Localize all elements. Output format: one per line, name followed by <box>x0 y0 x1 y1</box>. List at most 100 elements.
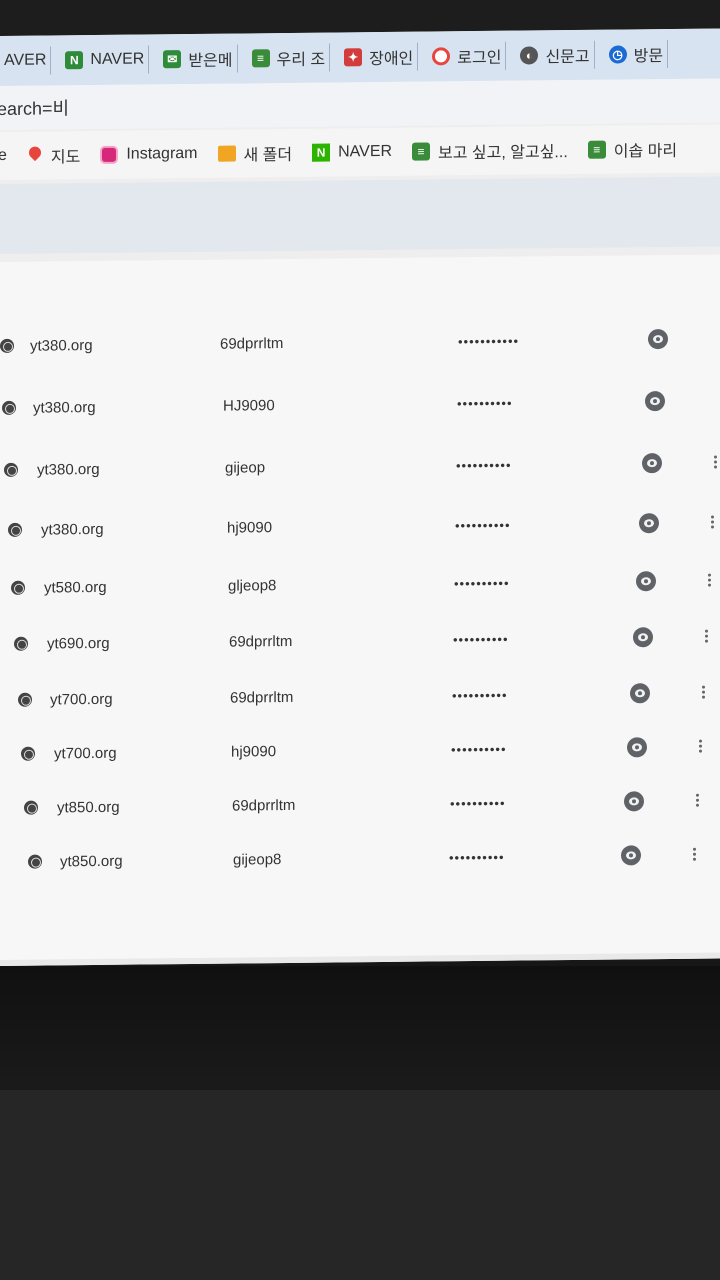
tab-docs[interactable]: ≡ 우리 조 <box>247 43 331 73</box>
address-bar[interactable]: earch=비 <box>0 78 720 130</box>
password-row: yt850.org gijeop8 •••••••••• <box>0 834 720 882</box>
bookmark-map[interactable]: 지도 <box>27 143 80 168</box>
globe-icon <box>2 400 16 415</box>
more-actions-icon[interactable] <box>693 846 697 864</box>
tab-label: 로그인 <box>457 49 502 68</box>
password-masked: •••••••••• <box>452 687 508 703</box>
username: HJ9090 <box>223 396 275 415</box>
more-actions-icon[interactable] <box>696 792 700 810</box>
globe-icon <box>18 692 32 707</box>
password-row: yt380.org hj9090 •••••••••• <box>0 502 720 550</box>
password-row: yt700.org hj9090 •••••••••• <box>0 726 720 774</box>
bookmark-partial[interactable]: e <box>0 147 7 165</box>
bookmark-docs-1[interactable]: ≡ 보고 싶고, 알고싶... <box>412 138 568 164</box>
username: 69dprrltm <box>229 632 293 651</box>
site-name: yt700.org <box>54 744 117 762</box>
tab-disabled[interactable]: ✦ 장애인 <box>340 42 419 72</box>
show-password-icon[interactable] <box>642 453 662 474</box>
password-row: yt690.org 69dprrltm •••••••••• <box>0 616 720 664</box>
folder-icon <box>217 145 236 162</box>
globe-icon <box>21 746 35 761</box>
flag-icon: ✦ <box>344 48 363 67</box>
username: hj9090 <box>231 742 277 761</box>
show-password-icon[interactable] <box>630 683 650 704</box>
more-actions-icon[interactable] <box>705 628 709 646</box>
globe-icon: ◐ <box>520 46 539 65</box>
username: 69dprrltm <box>230 688 294 707</box>
username: 69dprrltm <box>232 796 296 815</box>
bookmark-docs-2[interactable]: ≡ 이솝 마리 <box>587 137 678 162</box>
naver-icon: N <box>312 143 331 162</box>
tab-label: 장애인 <box>369 50 414 69</box>
tab-sinmungo[interactable]: ◐ 신문고 <box>516 40 595 70</box>
password-masked: •••••••••• <box>457 395 513 411</box>
globe-icon <box>0 338 14 353</box>
bookmark-label: e <box>0 146 7 165</box>
tab-naver[interactable]: N NAVER <box>61 45 150 75</box>
password-masked: •••••••••• <box>449 849 505 865</box>
bookmark-new-folder[interactable]: 새 폴더 <box>217 141 293 166</box>
keyboard-area <box>0 1090 720 1280</box>
tab-label: 받은메 <box>188 52 233 71</box>
bookmark-instagram[interactable]: Instagram <box>100 144 198 164</box>
password-masked: •••••••••• <box>450 795 506 811</box>
settings-header-band <box>0 176 720 254</box>
password-row: yt850.org 69dprrltm •••••••••• <box>0 780 720 828</box>
tab-label: AVER <box>4 51 47 69</box>
username: gijeop <box>225 458 266 477</box>
username: hj9090 <box>227 518 273 537</box>
bookmark-label: 보고 싶고, 알고싶... <box>438 144 568 163</box>
tab-mail[interactable]: ✉ 받은메 <box>159 44 238 74</box>
address-text: earch=비 <box>0 98 70 120</box>
site-name: yt380.org <box>30 336 93 355</box>
site-name: yt380.org <box>37 460 100 479</box>
more-actions-icon[interactable] <box>702 684 706 702</box>
password-masked: ••••••••••• <box>458 333 520 349</box>
more-actions-icon[interactable] <box>714 453 718 471</box>
password-masked: •••••••••• <box>455 517 511 533</box>
bookmark-label: NAVER <box>338 142 393 161</box>
tab-history[interactable]: ◷ 방문 <box>604 40 669 69</box>
mail-icon: ✉ <box>163 50 182 69</box>
show-password-icon[interactable] <box>645 391 665 412</box>
naver-icon: N <box>65 51 84 70</box>
site-name: yt690.org <box>47 634 110 653</box>
password-masked: •••••••••• <box>451 741 507 757</box>
password-row: yt380.org HJ9090 •••••••••• <box>0 380 720 428</box>
tab-label: 우리 조 <box>276 51 326 70</box>
globe-icon <box>24 800 38 815</box>
saved-passwords-list: yt380.org 69dprrltm ••••••••••• yt380.or… <box>0 254 720 962</box>
bookmark-label: Instagram <box>126 144 198 163</box>
more-actions-icon[interactable] <box>711 514 715 532</box>
show-password-icon[interactable] <box>627 737 647 758</box>
bookmark-naver[interactable]: N NAVER <box>312 143 392 162</box>
bookmark-label: 새 폴더 <box>243 146 293 165</box>
show-password-icon[interactable] <box>648 329 668 350</box>
show-password-icon[interactable] <box>633 627 653 648</box>
docs-icon: ≡ <box>412 142 431 161</box>
show-password-icon[interactable] <box>639 513 659 534</box>
instagram-icon <box>100 145 119 164</box>
password-row: yt580.org gljeop8 •••••••••• <box>0 560 720 608</box>
show-password-icon[interactable] <box>636 571 656 592</box>
more-actions-icon[interactable] <box>699 738 703 756</box>
globe-icon <box>8 522 22 537</box>
tab-strip: AVER N NAVER ✉ 받은메 ≡ 우리 조 ✦ 장애인 로그인 ◐ 신문… <box>0 28 720 87</box>
google-icon <box>432 47 451 66</box>
globe-icon <box>28 854 42 869</box>
show-password-icon[interactable] <box>621 845 641 866</box>
bookmark-label: 이솝 마리 <box>613 142 678 161</box>
tab-label: 방문 <box>633 48 664 66</box>
tab-login[interactable]: 로그인 <box>428 41 507 71</box>
site-name: yt380.org <box>33 398 96 417</box>
tab-label: NAVER <box>90 50 145 69</box>
username: gijeop8 <box>233 850 282 869</box>
site-name: yt850.org <box>57 798 120 816</box>
show-password-icon[interactable] <box>624 791 644 812</box>
password-masked: •••••••••• <box>456 457 512 473</box>
site-name: yt580.org <box>44 578 107 597</box>
more-actions-icon[interactable] <box>708 572 712 590</box>
tab-naver-partial[interactable]: AVER <box>0 46 52 75</box>
globe-icon <box>4 462 18 477</box>
bookmarks-bar: e 지도 Instagram 새 폴더 N NAVER ≡ 보고 싶고, 알고싶… <box>0 124 720 180</box>
